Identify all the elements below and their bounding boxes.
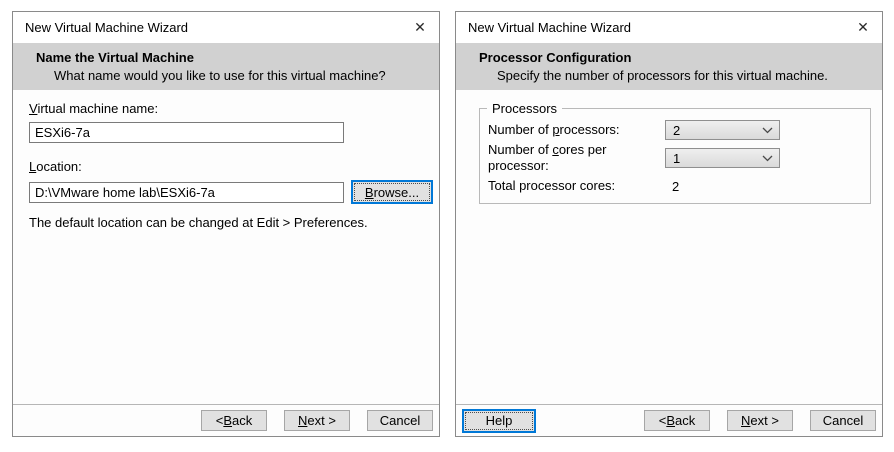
total-cores-label: Total processor cores: (488, 178, 616, 193)
cores-per-processor-label: Number of cores per processor: (488, 142, 607, 173)
help-button[interactable]: Help (462, 408, 536, 433)
back-button[interactable]: < Back (201, 410, 267, 431)
chevron-down-icon (762, 127, 773, 134)
close-icon[interactable]: ✕ (852, 17, 874, 39)
header-title: Name the Virtual Machine (36, 50, 194, 65)
total-cores-value: 2 (672, 178, 680, 194)
cores-per-processor-row: Number of cores per processor: 1 (488, 142, 862, 173)
chevron-down-icon (762, 155, 773, 162)
vm-name-input[interactable] (29, 122, 344, 143)
wizard-header: Name the Virtual Machine What name would… (13, 43, 439, 90)
dialog-content: Processors Number of processors: 2 Numbe… (456, 101, 882, 204)
total-cores-row: Total processor cores: 2 (488, 172, 862, 200)
location-label: Location: (29, 159, 82, 174)
vm-name-label: Virtual machine name: (29, 101, 159, 116)
header-title: Processor Configuration (479, 50, 632, 65)
next-button[interactable]: Next > (284, 410, 350, 431)
processors-count-dropdown[interactable]: 2 (665, 120, 780, 140)
processors-count-label: Number of processors: (488, 122, 620, 137)
dialog-footer: < Back Next > Cancel (13, 404, 439, 436)
location-row: Browse... (29, 180, 433, 204)
next-button[interactable]: Next > (727, 410, 793, 431)
dropdown-selected-value: 1 (673, 150, 681, 166)
processor-config-wizard-dialog: New Virtual Machine Wizard ✕ Processor C… (455, 11, 883, 437)
default-location-hint: The default location can be changed at E… (29, 215, 368, 230)
dialog-footer: Help < Back Next > Cancel (456, 404, 882, 436)
processors-groupbox: Processors Number of processors: 2 Numbe… (479, 101, 871, 204)
title-bar[interactable]: New Virtual Machine Wizard ✕ (456, 12, 882, 43)
header-subtitle: What name would you like to use for this… (54, 68, 386, 83)
dropdown-selected-value: 2 (673, 122, 681, 138)
cores-per-processor-dropdown[interactable]: 1 (665, 148, 780, 168)
window-title: New Virtual Machine Wizard (468, 20, 632, 35)
title-bar[interactable]: New Virtual Machine Wizard ✕ (13, 12, 439, 43)
header-subtitle: Specify the number of processors for thi… (497, 68, 828, 83)
window-title: New Virtual Machine Wizard (25, 20, 189, 35)
wizard-header: Processor Configuration Specify the numb… (456, 43, 882, 90)
cancel-button[interactable]: Cancel (367, 410, 433, 431)
groupbox-legend: Processors (487, 101, 563, 116)
location-input[interactable] (29, 181, 344, 203)
browse-button[interactable]: Browse... (351, 180, 433, 204)
back-button[interactable]: < Back (644, 410, 710, 431)
desktop: { "colors": { "header_band": "#d1d1d1", … (0, 0, 894, 452)
dialog-content: Virtual machine name: Location: Browse..… (13, 101, 439, 231)
cancel-button[interactable]: Cancel (810, 410, 876, 431)
processors-count-row: Number of processors: 2 (488, 116, 862, 144)
close-icon[interactable]: ✕ (409, 17, 431, 39)
name-vm-wizard-dialog: New Virtual Machine Wizard ✕ Name the Vi… (12, 11, 440, 437)
